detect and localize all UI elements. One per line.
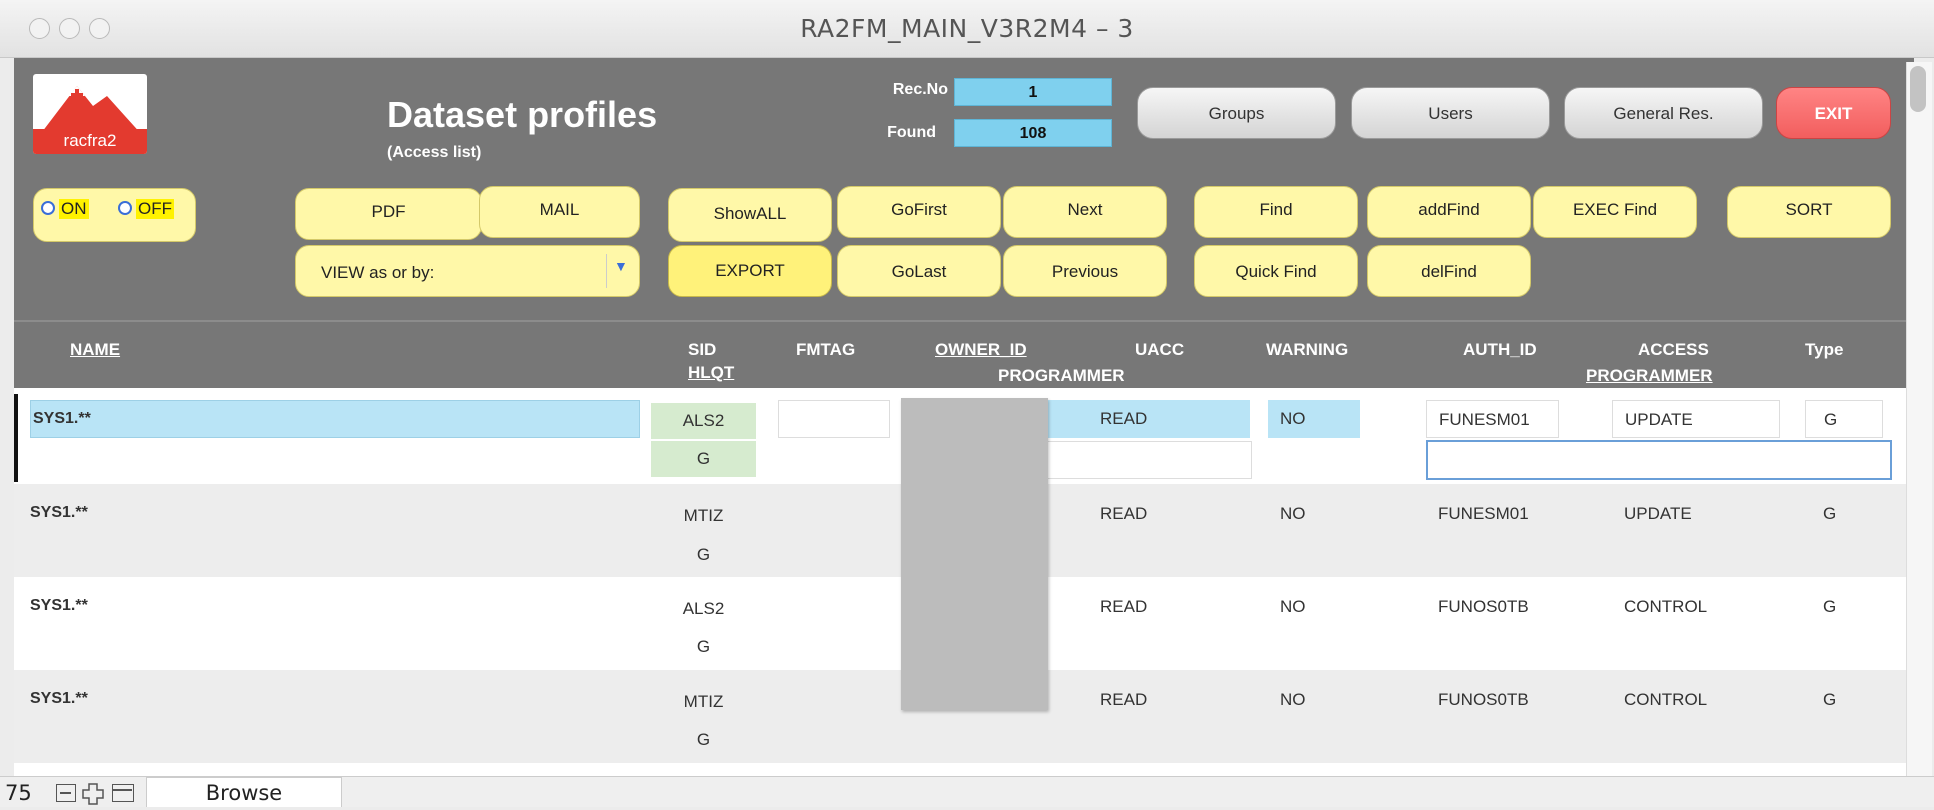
col-fmtag[interactable]: FMTAG bbox=[796, 340, 855, 360]
recno-label: Rec.No bbox=[892, 81, 948, 98]
access-programmer-field[interactable] bbox=[1426, 440, 1892, 480]
exit-button[interactable]: EXIT bbox=[1776, 87, 1891, 139]
list-bottom-space bbox=[14, 763, 1906, 776]
zoom-in-icon[interactable] bbox=[82, 783, 104, 805]
page-subtitle: (Access list) bbox=[387, 144, 482, 161]
recno-field[interactable]: 1 bbox=[954, 78, 1112, 106]
active-row-marker bbox=[14, 394, 18, 482]
zoom-level[interactable]: 75 bbox=[5, 781, 32, 805]
redacted-block bbox=[901, 398, 1048, 710]
addfind-button[interactable]: addFind bbox=[1367, 186, 1531, 238]
row-auth-id: FUNESM01 bbox=[1438, 504, 1529, 523]
row-sid: MTIZ bbox=[683, 692, 724, 711]
col-name[interactable]: NAME bbox=[70, 340, 120, 360]
general-resources-button[interactable]: General Res. bbox=[1564, 87, 1763, 139]
found-label: Found bbox=[887, 124, 936, 141]
row-warning: NO bbox=[1280, 597, 1306, 616]
row-access: CONTROL bbox=[1624, 597, 1708, 616]
auth-id-field[interactable]: FUNESM01 bbox=[1426, 400, 1559, 438]
row-name: SYS1.** bbox=[30, 504, 88, 521]
col-hlqt[interactable]: HLQT bbox=[688, 363, 734, 383]
row-type: G bbox=[1823, 690, 1837, 709]
users-button[interactable]: Users bbox=[1351, 87, 1550, 139]
row-hlqt: G bbox=[696, 730, 711, 749]
export-button[interactable]: EXPORT bbox=[668, 245, 832, 297]
warning-field[interactable]: NO bbox=[1268, 400, 1360, 438]
col-warning[interactable]: WARNING bbox=[1266, 340, 1348, 360]
view-select-value: VIEW as or by: bbox=[321, 263, 435, 282]
row-hlqt: G bbox=[696, 545, 711, 564]
app-logo: racfra2 bbox=[33, 74, 147, 154]
type-field[interactable]: G bbox=[1805, 400, 1883, 438]
row-uacc: READ bbox=[1100, 504, 1148, 523]
row-uacc: READ bbox=[1100, 597, 1148, 616]
off-label: OFF bbox=[136, 199, 174, 219]
hlqt-field[interactable]: G bbox=[651, 441, 756, 477]
uacc-field[interactable]: READ bbox=[1084, 400, 1250, 438]
showall-button[interactable]: ShowALL bbox=[668, 188, 832, 242]
view-select[interactable]: VIEW as or by: ▼ bbox=[295, 245, 640, 297]
col-owner-id[interactable]: OWNER_ID bbox=[935, 340, 1027, 360]
execfind-button[interactable]: EXEC Find bbox=[1533, 186, 1697, 238]
col-type[interactable]: Type bbox=[1805, 340, 1843, 360]
sid-field[interactable]: ALS2 bbox=[651, 403, 756, 439]
previous-button[interactable]: Previous bbox=[1003, 245, 1167, 297]
mode-indicator[interactable]: Browse bbox=[146, 777, 342, 807]
sort-button[interactable]: SORT bbox=[1727, 186, 1891, 238]
col-programmer[interactable]: PROGRAMMER bbox=[998, 366, 1125, 386]
col-auth-id[interactable]: AUTH_ID bbox=[1463, 340, 1537, 360]
page-title: Dataset profiles bbox=[387, 94, 658, 135]
quickfind-button[interactable]: Quick Find bbox=[1194, 245, 1358, 297]
off-radio[interactable] bbox=[118, 201, 132, 215]
access-field[interactable]: UPDATE bbox=[1612, 400, 1780, 438]
find-button[interactable]: Find bbox=[1194, 186, 1358, 238]
select-divider bbox=[606, 254, 607, 288]
toggle-status-area-icon[interactable] bbox=[112, 784, 134, 802]
row-type: G bbox=[1823, 597, 1837, 616]
col-uacc[interactable]: UACC bbox=[1135, 340, 1184, 360]
row-warning: NO bbox=[1280, 504, 1306, 523]
on-label: ON bbox=[59, 199, 89, 219]
col-access-programmer[interactable]: PROGRAMMER bbox=[1586, 366, 1713, 386]
name-field[interactable]: SYS1.** bbox=[30, 400, 640, 438]
zoom-out-icon[interactable] bbox=[56, 784, 76, 802]
row-hlqt: G bbox=[696, 637, 711, 656]
pdf-button[interactable]: PDF bbox=[295, 188, 482, 240]
logo-text: racfra2 bbox=[63, 131, 117, 150]
row-auth-id: FUNOS0TB bbox=[1438, 690, 1529, 709]
row-uacc: READ bbox=[1100, 690, 1148, 709]
row-access: CONTROL bbox=[1624, 690, 1708, 709]
groups-button[interactable]: Groups bbox=[1137, 87, 1336, 139]
next-button[interactable]: Next bbox=[1003, 186, 1167, 238]
golast-button[interactable]: GoLast bbox=[837, 245, 1001, 297]
vertical-scrollbar[interactable] bbox=[1906, 62, 1932, 797]
row-sid: MTIZ bbox=[683, 506, 724, 525]
row-name: SYS1.** bbox=[30, 597, 88, 614]
on-radio[interactable] bbox=[41, 201, 55, 215]
row-auth-id: FUNOS0TB bbox=[1438, 597, 1529, 616]
scrollbar-thumb[interactable] bbox=[1910, 66, 1926, 112]
dropdown-arrow-icon: ▼ bbox=[614, 258, 628, 274]
gofirst-button[interactable]: GoFirst bbox=[837, 186, 1001, 238]
delfind-button[interactable]: delFind bbox=[1367, 245, 1531, 297]
row-type: G bbox=[1823, 504, 1837, 523]
window-title: RA2FM_MAIN_V3R2M4 – 3 bbox=[800, 14, 1134, 43]
row-access: UPDATE bbox=[1624, 504, 1692, 523]
row-warning: NO bbox=[1280, 690, 1306, 709]
mail-button[interactable]: MAIL bbox=[479, 186, 640, 238]
col-access[interactable]: ACCESS bbox=[1638, 340, 1709, 360]
found-field: 108 bbox=[954, 119, 1112, 147]
col-sid[interactable]: SID bbox=[688, 340, 716, 360]
row-name: SYS1.** bbox=[30, 690, 88, 707]
fmtag-field[interactable] bbox=[778, 400, 890, 438]
programmer-field[interactable] bbox=[1040, 441, 1252, 479]
row-sid: ALS2 bbox=[682, 599, 725, 618]
